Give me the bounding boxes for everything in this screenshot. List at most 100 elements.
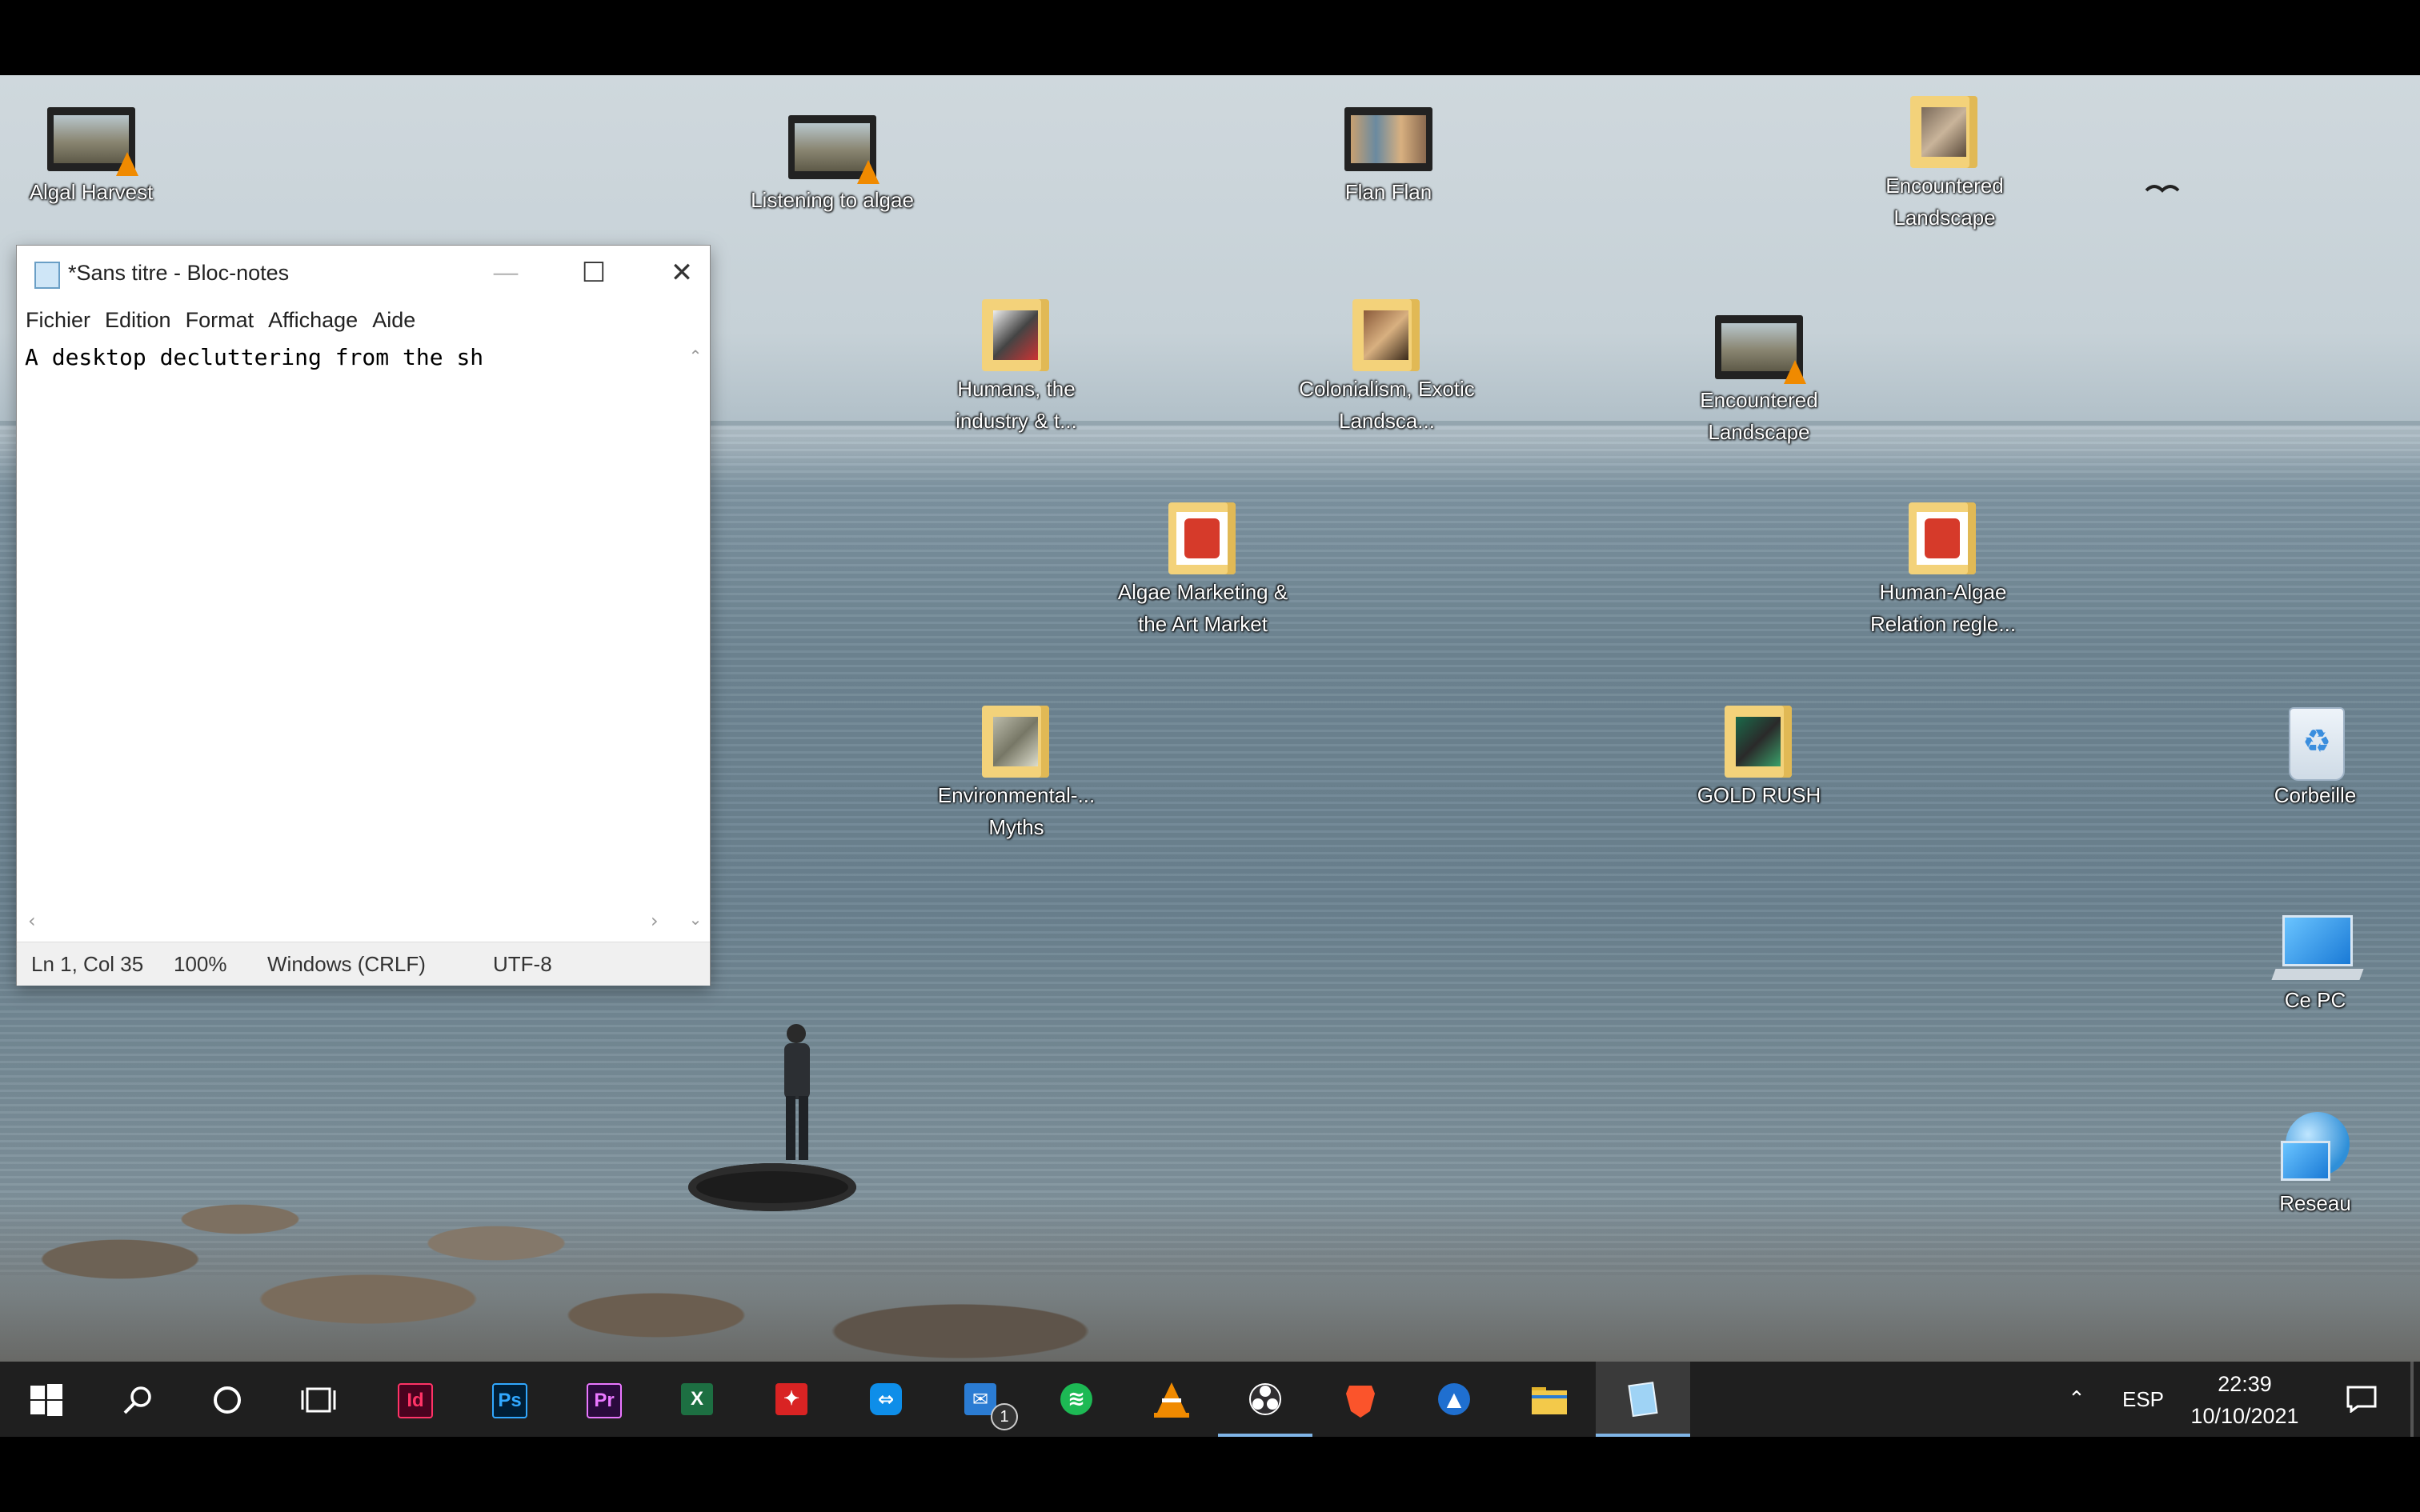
task-view-button[interactable] xyxy=(270,1362,365,1437)
chevron-left-icon[interactable]: ‹ xyxy=(28,910,36,932)
folder-icon xyxy=(982,706,1049,778)
status-encoding: UTF-8 xyxy=(493,952,552,976)
chevron-up-icon[interactable]: ⌃ xyxy=(681,346,710,366)
mail-unread-badge: 1 xyxy=(991,1403,1018,1430)
desktop-icon-human-algae-relation[interactable]: Human-Algae Relation regle... xyxy=(1855,499,2031,640)
taskbar-app-obs[interactable] xyxy=(1218,1362,1312,1437)
minimize-button[interactable]: — xyxy=(462,246,550,300)
brave-icon xyxy=(1346,1386,1375,1418)
desktop-icon-encountered-landscape-folder[interactable]: Encountered Landscape xyxy=(1857,93,2033,234)
desktop-icon-humans-industry[interactable]: Humans, the industry & t... xyxy=(928,296,1104,437)
taskbar-app-indesign[interactable]: Id xyxy=(367,1362,461,1437)
menu-edition[interactable]: Edition xyxy=(98,300,178,340)
taskbar-app-teamviewer[interactable]: ⇔ xyxy=(839,1362,933,1437)
taskbar-app-premiere[interactable]: Pr xyxy=(555,1362,650,1437)
windows-logo-icon xyxy=(30,1384,62,1416)
obs-icon xyxy=(1249,1383,1281,1415)
clock[interactable]: 22:39 10/10/2021 xyxy=(2177,1368,2313,1432)
clock-time: 22:39 xyxy=(2218,1372,2272,1396)
clock-date: 10/10/2021 xyxy=(2190,1404,2299,1428)
status-cursor-position: Ln 1, Col 35 xyxy=(31,952,144,976)
taskbar-app-excel[interactable]: X xyxy=(650,1362,744,1437)
desktop-icon-label: Encountered Landscape xyxy=(1885,174,2004,230)
computer-icon xyxy=(2282,915,2353,966)
desktop-icon-label: Ce PC xyxy=(2284,988,2346,1012)
desktop-icon-environmental-myths[interactable]: Environmental-... Myths xyxy=(928,702,1104,843)
recycle-bin-icon xyxy=(2289,707,2345,781)
taskbar-app-notepad[interactable] xyxy=(1596,1362,1690,1437)
desktop-icon-label: Human-Algae Relation regle... xyxy=(1869,580,2017,636)
search-button[interactable] xyxy=(90,1362,184,1437)
menu-aide[interactable]: Aide xyxy=(365,300,423,340)
wallpaper-bird xyxy=(2145,185,2180,193)
desktop-icon-label: Algae Marketing & the Art Market xyxy=(1117,580,1288,636)
taskbar-app-explorer[interactable] xyxy=(1501,1362,1596,1437)
desktop-icon-recycle-bin[interactable]: Corbeille xyxy=(2227,702,2403,811)
desktop-icon-label: Algal Harvest xyxy=(29,180,154,204)
horizontal-scrollbar[interactable]: ‹ › xyxy=(17,910,710,938)
status-line-ending: Windows (CRLF) xyxy=(267,952,426,976)
teamviewer-icon: ⇔ xyxy=(870,1383,902,1415)
close-button[interactable]: ✕ xyxy=(638,246,726,300)
desktop-icon-label: GOLD RUSH xyxy=(1697,783,1821,807)
folder-icon xyxy=(1352,299,1420,371)
desktop-icon-encountered-landscape-video[interactable]: Encountered Landscape xyxy=(1671,307,1847,448)
taskbar-app-acrobat[interactable]: ✦ xyxy=(744,1362,839,1437)
taskbar-app-blue[interactable]: ▲ xyxy=(1407,1362,1501,1437)
text-editor-area[interactable]: A desktop decluttering from the sh xyxy=(25,342,670,814)
desktop-icon-label: Listening to algae xyxy=(751,188,914,212)
folder-pdf-icon xyxy=(1168,502,1236,574)
taskbar-app-brave[interactable] xyxy=(1312,1362,1407,1437)
chevron-right-icon[interactable]: › xyxy=(651,910,659,932)
taskbar-app-vlc[interactable] xyxy=(1124,1362,1218,1437)
desktop-icon-label: Colonialism, Exotic Landsca... xyxy=(1299,377,1475,433)
desktop-icon-algae-marketing[interactable]: Algae Marketing & the Art Market xyxy=(1115,499,1291,640)
taskbar-app-mail[interactable]: ✉ 1 xyxy=(933,1362,1028,1437)
taskbar-app-photoshop[interactable]: Ps xyxy=(461,1362,555,1437)
video-file-icon xyxy=(1344,107,1432,171)
folder-icon xyxy=(1725,706,1792,778)
blue-circle-app-icon: ▲ xyxy=(1438,1383,1470,1415)
status-bar: Ln 1, Col 35 100% Windows (CRLF) UTF-8 xyxy=(17,942,710,986)
desktop-icon-gold-rush[interactable]: GOLD RUSH xyxy=(1671,702,1847,811)
desktop-icon-colonialism[interactable]: Colonialism, Exotic Landsca... xyxy=(1299,296,1475,437)
desktop-icon-this-pc[interactable]: Ce PC xyxy=(2227,907,2403,1016)
video-file-icon xyxy=(47,107,138,176)
window-title: *Sans titre - Bloc-notes xyxy=(68,261,290,285)
folder-icon xyxy=(1532,1387,1567,1414)
task-view-icon xyxy=(301,1387,336,1413)
desktop-icon-algal-harvest[interactable]: Algal Harvest xyxy=(3,99,179,208)
menu-affichage[interactable]: Affichage xyxy=(261,300,365,340)
desktop-icon-network[interactable]: Reseau xyxy=(2227,1110,2403,1219)
show-desktop-button[interactable] xyxy=(2410,1362,2414,1437)
desktop-icon-label: Environmental-... Myths xyxy=(937,783,1096,839)
wallpaper-rocks xyxy=(0,1195,2420,1362)
letterbox-top xyxy=(0,0,2420,75)
vertical-scrollbar[interactable]: ⌃ ⌄ xyxy=(681,340,710,929)
desktop-icon-listening-to-algae[interactable]: Listening to algae xyxy=(744,107,920,216)
excel-icon: X xyxy=(681,1383,713,1415)
taskbar-app-spotify[interactable]: ≋ xyxy=(1029,1362,1124,1437)
vlc-icon xyxy=(1154,1382,1189,1418)
spotify-icon: ≋ xyxy=(1060,1383,1092,1415)
premiere-icon: Pr xyxy=(587,1383,622,1418)
folder-pdf-icon xyxy=(1909,502,1976,574)
network-icon xyxy=(2281,1112,2350,1181)
video-file-icon xyxy=(1715,315,1806,384)
maximize-button[interactable]: ☐ xyxy=(550,246,638,300)
desktop-icon-label: Reseau xyxy=(2279,1191,2351,1215)
start-button[interactable] xyxy=(0,1362,94,1437)
notepad-icon xyxy=(1628,1382,1658,1418)
search-icon xyxy=(123,1386,151,1414)
menu-fichier[interactable]: Fichier xyxy=(17,300,98,340)
notification-icon xyxy=(2346,1386,2377,1413)
horizontal-scrollbar[interactable] xyxy=(17,1137,681,1164)
input-language[interactable]: ESP xyxy=(2122,1362,2164,1437)
menu-format[interactable]: Format xyxy=(178,300,262,340)
desktop-icon-flan-flan[interactable]: Flan Flan xyxy=(1300,99,1476,208)
cortana-button[interactable] xyxy=(179,1362,274,1437)
notepad-title-bar[interactable]: *Sans titre - Bloc-notes — ☐ ✕ xyxy=(17,246,710,300)
desktop-icon-label: Flan Flan xyxy=(1344,180,1432,204)
notepad-window[interactable]: *Sans titre - Bloc-notes — ☐ ✕ Fichier Ed… xyxy=(16,245,711,986)
show-hidden-icons-button[interactable]: ⌃ xyxy=(2068,1362,2085,1437)
